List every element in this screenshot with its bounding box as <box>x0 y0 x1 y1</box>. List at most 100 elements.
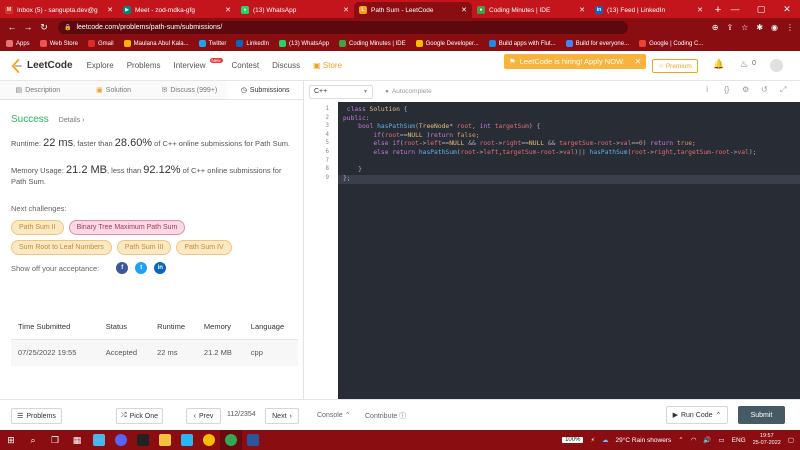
extensions-icon[interactable]: ✱ <box>756 23 763 32</box>
volume-icon[interactable]: 🔊 <box>703 436 711 444</box>
forward-icon[interactable]: → <box>22 22 34 32</box>
reset-icon[interactable]: ↺ <box>761 85 768 94</box>
system-clock[interactable]: 19:57 25-07-2022 <box>753 433 781 447</box>
hiring-banner[interactable]: ⚑ LeetCode is hiring! Apply NOW. ✕ <box>504 54 646 69</box>
challenge-chip[interactable]: Path Sum II <box>11 220 64 235</box>
search-icon[interactable]: ⌕ <box>22 430 44 450</box>
close-tab-icon[interactable]: ✕ <box>697 6 703 14</box>
close-tab-icon[interactable]: ✕ <box>225 6 231 14</box>
bookmark-item[interactable]: Google Developer... <box>415 40 479 47</box>
bookmark-item[interactable]: Web Store <box>39 40 78 47</box>
close-tab-icon[interactable]: ✕ <box>579 6 585 14</box>
nav-contest[interactable]: Contest <box>232 61 260 70</box>
bookmark-item[interactable]: Coding Minutes | IDE <box>339 40 406 47</box>
widgets-icon[interactable]: ▦ <box>66 430 88 450</box>
premium-button[interactable]: ☆ Premium <box>652 59 698 73</box>
nav-store[interactable]: ▣ Store <box>313 61 342 70</box>
console-toggle[interactable]: Console ⌃ <box>317 411 351 419</box>
input-language[interactable]: ENG <box>732 437 746 444</box>
tab-submissions[interactable]: ◷ Submissions <box>227 81 303 99</box>
word-icon[interactable] <box>242 430 264 450</box>
battery-icon[interactable]: ▭ <box>718 436 724 444</box>
info-icon[interactable]: ⅰ <box>706 85 708 94</box>
linkedin-icon[interactable]: in <box>154 262 167 274</box>
back-icon[interactable]: ← <box>6 22 18 32</box>
challenge-chip[interactable]: Path Sum IV <box>176 240 232 255</box>
submit-button[interactable]: Submit <box>738 406 785 424</box>
bookmark-item[interactable]: (13) WhatsApp <box>279 40 329 47</box>
details-link[interactable]: Details › <box>59 117 85 124</box>
prev-button[interactable]: ‹ Prev <box>186 408 221 424</box>
challenge-chip[interactable]: Sum Root to Leaf Numbers <box>11 240 112 255</box>
language-select[interactable]: C++ ▼ <box>309 84 373 99</box>
next-button[interactable]: Next › <box>265 408 299 424</box>
bookmark-item[interactable]: Maulana Abul Kala... <box>123 40 189 47</box>
browser-tab[interactable]: in (13) Feed | LinkedIn ✕ <box>590 2 708 18</box>
bookmark-item[interactable]: Twitter <box>198 40 226 47</box>
star-icon[interactable]: ☆ <box>741 23 748 32</box>
nav-explore[interactable]: Explore <box>87 61 114 70</box>
close-banner-icon[interactable]: ✕ <box>635 57 641 66</box>
tab-description[interactable]: ▤ Description <box>0 81 76 99</box>
browser-tab[interactable]: L Path Sum - LeetCode ✕ <box>354 2 472 18</box>
contribute-link[interactable]: Contribute ⓘ <box>365 411 406 421</box>
leetcode-logo[interactable]: LeetCode <box>10 58 73 73</box>
chrome-icon[interactable] <box>198 430 220 450</box>
bookmark-item[interactable]: Gmail <box>87 40 114 47</box>
close-icon[interactable]: ✕ <box>774 0 800 18</box>
battery-level[interactable]: 100% <box>562 437 584 443</box>
bell-icon[interactable]: 🔔 <box>713 59 724 70</box>
photos-icon[interactable] <box>176 430 198 450</box>
file-explorer-icon[interactable] <box>154 430 176 450</box>
bookmark-item[interactable]: Build for everyone... <box>565 40 629 47</box>
menu-icon[interactable]: ⋮ <box>786 23 794 32</box>
browser-tab[interactable]: ● Coding Minutes | IDE ✕ <box>472 2 590 18</box>
nav-interview[interactable]: InterviewNew <box>173 58 223 70</box>
autocomplete-toggle[interactable]: ● Autocomplete <box>385 88 432 95</box>
bookmark-item[interactable]: Google | Coding C... <box>639 40 703 47</box>
minimize-icon[interactable]: — <box>722 0 748 18</box>
tab-discuss[interactable]: ✉ Discuss (999+) <box>152 81 228 99</box>
facebook-icon[interactable]: f <box>116 262 129 274</box>
bookmark-item[interactable]: LinkedIn <box>236 40 269 47</box>
code-editor[interactable]: 123456789 class Solution { public: bool … <box>304 102 800 399</box>
zoom-icon[interactable]: ⊕ <box>712 23 719 32</box>
run-code-button[interactable]: ▶ Run Code ⌃ <box>666 406 728 424</box>
braces-icon[interactable]: {} <box>724 85 729 94</box>
tab-solution[interactable]: ▣ Solution <box>76 81 152 99</box>
challenge-chip[interactable]: Path Sum III <box>116 240 172 255</box>
settings-icon[interactable]: ⚙ <box>742 85 749 94</box>
chrome-active-icon[interactable] <box>220 430 242 450</box>
browser-tab[interactable]: M Inbox (5) - sangupta.dev@g ✕ <box>0 2 118 18</box>
wifi-icon[interactable]: ◠ <box>691 436 697 444</box>
reload-icon[interactable]: ↻ <box>38 22 50 33</box>
pick-one-button[interactable]: ⤮ Pick One <box>116 408 163 424</box>
browser-tab[interactable]: ● (13) WhatsApp ✕ <box>236 2 354 18</box>
nav-problems[interactable]: Problems <box>127 61 161 70</box>
windows-start-icon[interactable]: ⊞ <box>0 430 22 450</box>
camera-icon[interactable] <box>132 430 154 450</box>
code-text[interactable]: class Solution { public: bool hasPathSum… <box>343 106 800 183</box>
leetcode-app-icon[interactable] <box>88 430 110 450</box>
discord-icon[interactable] <box>110 430 132 450</box>
cell-status-link[interactable]: Accepted <box>98 339 151 366</box>
bookmark-item[interactable]: Apps <box>6 40 30 47</box>
close-tab-icon[interactable]: ✕ <box>461 6 467 14</box>
browser-tab[interactable]: ▶ Meet - zod-mdka-gfg ✕ <box>118 2 236 18</box>
problems-button[interactable]: ☰ Problems <box>11 408 62 424</box>
bookmark-item[interactable]: Build apps with Flut... <box>488 40 556 47</box>
twitter-icon[interactable]: t <box>135 262 148 274</box>
share-icon[interactable]: ⇪ <box>726 23 733 32</box>
challenge-chip[interactable]: Binary Tree Maximum Path Sum <box>68 220 186 235</box>
url-input[interactable]: 🔒 leetcode.com/problems/path-sum/submiss… <box>58 20 628 34</box>
avatar[interactable] <box>770 59 783 72</box>
profile-icon[interactable]: ◉ <box>771 23 778 32</box>
close-tab-icon[interactable]: ✕ <box>107 6 113 14</box>
fullscreen-icon[interactable]: ⤢ <box>780 85 786 95</box>
maximize-icon[interactable]: ▢ <box>748 0 774 18</box>
nav-discuss[interactable]: Discuss <box>272 61 300 70</box>
fire-icon[interactable]: ♨ <box>740 59 748 70</box>
task-view-icon[interactable]: ❐ <box>44 430 66 450</box>
close-tab-icon[interactable]: ✕ <box>343 6 349 14</box>
notification-icon[interactable]: ▢ <box>788 436 794 444</box>
